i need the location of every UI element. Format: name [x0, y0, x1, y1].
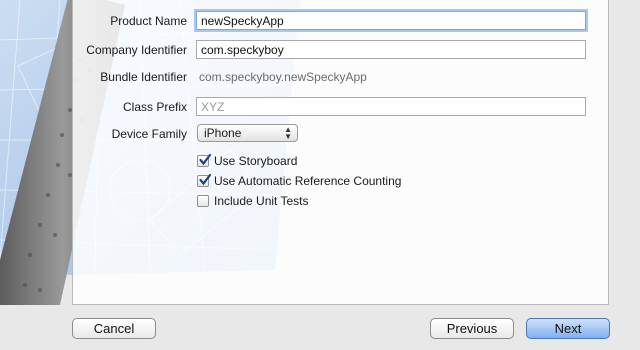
device-family-select[interactable]: iPhone ▲ ▼	[197, 124, 298, 142]
class-prefix-label: Class Prefix	[122, 100, 187, 114]
company-identifier-input[interactable]	[196, 40, 586, 59]
device-family-selected-value: iPhone	[204, 126, 242, 140]
use-storyboard-checkbox[interactable]: Use Storyboard	[197, 153, 317, 170]
product-name-input[interactable]	[196, 11, 586, 30]
use-arc-checkbox[interactable]: Use Automatic Reference Counting	[197, 173, 417, 190]
use-storyboard-label: Use Storyboard	[214, 154, 298, 168]
previous-button[interactable]: Previous	[430, 318, 514, 339]
checkbox-checked-icon	[197, 173, 212, 187]
cancel-button[interactable]: Cancel	[72, 318, 156, 339]
use-arc-label: Use Automatic Reference Counting	[214, 174, 402, 188]
checkbox-checked-icon	[197, 153, 212, 167]
bundle-identifier-label: Bundle Identifier	[100, 70, 187, 84]
company-identifier-label: Company Identifier	[86, 43, 187, 57]
class-prefix-input[interactable]	[196, 97, 586, 116]
bundle-identifier-value: com.speckyboy.newSpeckyApp	[199, 70, 367, 84]
up-down-arrows-icon: ▲ ▼	[284, 125, 292, 141]
checkbox-unchecked-icon	[197, 195, 209, 207]
include-unit-tests-checkbox[interactable]: Include Unit Tests	[197, 194, 327, 210]
product-name-label: Product Name	[110, 14, 187, 28]
next-button[interactable]: Next	[526, 318, 610, 339]
device-family-label: Device Family	[111, 127, 187, 141]
include-unit-tests-label: Include Unit Tests	[214, 194, 309, 208]
